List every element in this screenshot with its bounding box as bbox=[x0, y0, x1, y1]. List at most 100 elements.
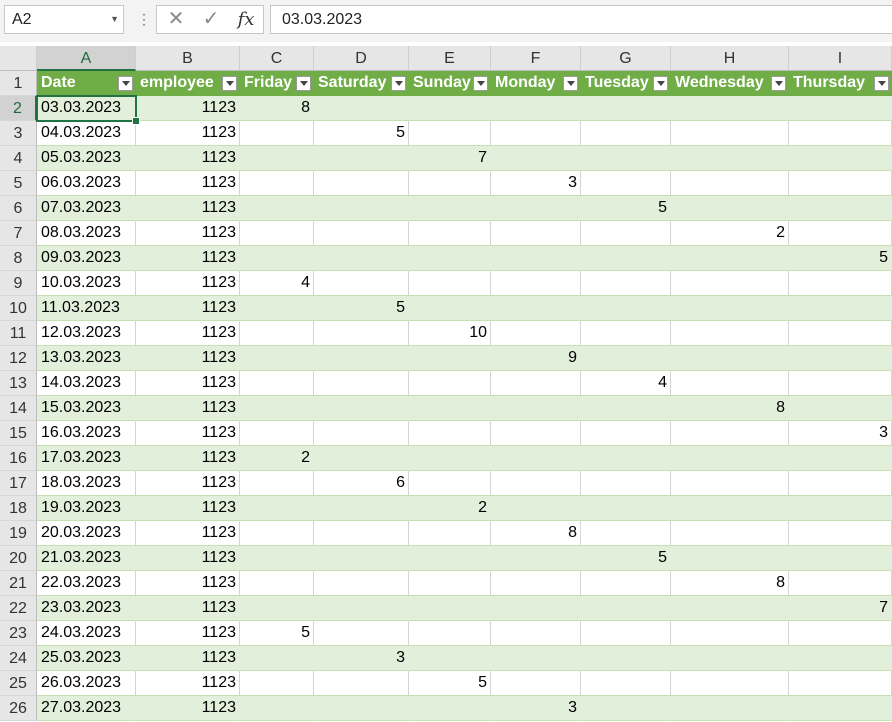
value-cell-tuesday[interactable] bbox=[581, 571, 671, 596]
value-cell-saturday[interactable]: 5 bbox=[314, 296, 409, 321]
employee-cell[interactable]: 1123 bbox=[136, 621, 240, 646]
value-cell-tuesday[interactable] bbox=[581, 646, 671, 671]
value-cell-friday[interactable] bbox=[240, 596, 314, 621]
value-cell-tuesday[interactable] bbox=[581, 621, 671, 646]
value-cell-saturday[interactable]: 3 bbox=[314, 646, 409, 671]
value-cell-friday[interactable] bbox=[240, 521, 314, 546]
date-cell[interactable]: 15.03.2023 bbox=[37, 396, 136, 421]
value-cell-tuesday[interactable] bbox=[581, 246, 671, 271]
row-header-22[interactable]: 22 bbox=[0, 596, 37, 621]
value-cell-monday[interactable] bbox=[491, 421, 581, 446]
value-cell-thursday[interactable] bbox=[789, 221, 892, 246]
column-header-d[interactable]: D bbox=[314, 46, 409, 71]
employee-cell[interactable]: 1123 bbox=[136, 271, 240, 296]
value-cell-thursday[interactable] bbox=[789, 646, 892, 671]
value-cell-thursday[interactable] bbox=[789, 96, 892, 121]
value-cell-tuesday[interactable] bbox=[581, 696, 671, 721]
value-cell-friday[interactable] bbox=[240, 321, 314, 346]
date-cell[interactable]: 25.03.2023 bbox=[37, 646, 136, 671]
value-cell-thursday[interactable] bbox=[789, 571, 892, 596]
value-cell-tuesday[interactable] bbox=[581, 521, 671, 546]
value-cell-sunday[interactable]: 2 bbox=[409, 496, 491, 521]
employee-cell[interactable]: 1123 bbox=[136, 396, 240, 421]
filter-dropdown-icon[interactable] bbox=[118, 76, 133, 91]
value-cell-monday[interactable] bbox=[491, 471, 581, 496]
value-cell-sunday[interactable] bbox=[409, 546, 491, 571]
value-cell-friday[interactable] bbox=[240, 421, 314, 446]
row-header-1[interactable]: 1 bbox=[0, 71, 37, 96]
select-all-corner[interactable] bbox=[0, 46, 37, 71]
filter-dropdown-icon[interactable] bbox=[222, 76, 237, 91]
insert-function-icon[interactable]: fx bbox=[231, 6, 261, 33]
value-cell-monday[interactable] bbox=[491, 621, 581, 646]
value-cell-monday[interactable] bbox=[491, 496, 581, 521]
date-cell[interactable]: 06.03.2023 bbox=[37, 171, 136, 196]
employee-cell[interactable]: 1123 bbox=[136, 571, 240, 596]
value-cell-wednesday[interactable] bbox=[671, 471, 789, 496]
date-cell[interactable]: 27.03.2023 bbox=[37, 696, 136, 721]
date-cell[interactable]: 13.03.2023 bbox=[37, 346, 136, 371]
value-cell-friday[interactable] bbox=[240, 646, 314, 671]
date-cell[interactable]: 05.03.2023 bbox=[37, 146, 136, 171]
filter-dropdown-icon[interactable] bbox=[473, 76, 488, 91]
value-cell-monday[interactable] bbox=[491, 321, 581, 346]
value-cell-monday[interactable]: 3 bbox=[491, 696, 581, 721]
value-cell-wednesday[interactable] bbox=[671, 121, 789, 146]
value-cell-wednesday[interactable] bbox=[671, 546, 789, 571]
value-cell-thursday[interactable]: 3 bbox=[789, 421, 892, 446]
value-cell-tuesday[interactable] bbox=[581, 296, 671, 321]
value-cell-friday[interactable] bbox=[240, 196, 314, 221]
employee-cell[interactable]: 1123 bbox=[136, 596, 240, 621]
value-cell-sunday[interactable] bbox=[409, 196, 491, 221]
value-cell-wednesday[interactable] bbox=[671, 496, 789, 521]
value-cell-thursday[interactable] bbox=[789, 396, 892, 421]
value-cell-friday[interactable] bbox=[240, 471, 314, 496]
row-header-11[interactable]: 11 bbox=[0, 321, 37, 346]
value-cell-sunday[interactable] bbox=[409, 446, 491, 471]
value-cell-tuesday[interactable] bbox=[581, 471, 671, 496]
value-cell-thursday[interactable]: 5 bbox=[789, 246, 892, 271]
date-cell[interactable]: 08.03.2023 bbox=[37, 221, 136, 246]
value-cell-tuesday[interactable]: 5 bbox=[581, 196, 671, 221]
value-cell-wednesday[interactable] bbox=[671, 146, 789, 171]
value-cell-thursday[interactable] bbox=[789, 296, 892, 321]
value-cell-wednesday[interactable] bbox=[671, 421, 789, 446]
value-cell-thursday[interactable] bbox=[789, 471, 892, 496]
value-cell-sunday[interactable] bbox=[409, 296, 491, 321]
value-cell-monday[interactable]: 8 bbox=[491, 521, 581, 546]
value-cell-sunday[interactable]: 10 bbox=[409, 321, 491, 346]
value-cell-sunday[interactable] bbox=[409, 521, 491, 546]
value-cell-sunday[interactable] bbox=[409, 246, 491, 271]
value-cell-friday[interactable] bbox=[240, 221, 314, 246]
value-cell-sunday[interactable] bbox=[409, 421, 491, 446]
value-cell-thursday[interactable] bbox=[789, 446, 892, 471]
value-cell-wednesday[interactable] bbox=[671, 271, 789, 296]
employee-cell[interactable]: 1123 bbox=[136, 121, 240, 146]
employee-cell[interactable]: 1123 bbox=[136, 296, 240, 321]
row-header-15[interactable]: 15 bbox=[0, 421, 37, 446]
employee-cell[interactable]: 1123 bbox=[136, 346, 240, 371]
value-cell-sunday[interactable]: 5 bbox=[409, 671, 491, 696]
value-cell-friday[interactable]: 2 bbox=[240, 446, 314, 471]
value-cell-monday[interactable] bbox=[491, 646, 581, 671]
value-cell-tuesday[interactable] bbox=[581, 346, 671, 371]
employee-cell[interactable]: 1123 bbox=[136, 246, 240, 271]
value-cell-sunday[interactable] bbox=[409, 596, 491, 621]
value-cell-thursday[interactable] bbox=[789, 346, 892, 371]
value-cell-wednesday[interactable]: 8 bbox=[671, 396, 789, 421]
column-header-e[interactable]: E bbox=[409, 46, 491, 71]
value-cell-saturday[interactable] bbox=[314, 246, 409, 271]
value-cell-tuesday[interactable]: 4 bbox=[581, 371, 671, 396]
row-header-14[interactable]: 14 bbox=[0, 396, 37, 421]
value-cell-tuesday[interactable] bbox=[581, 96, 671, 121]
employee-cell[interactable]: 1123 bbox=[136, 321, 240, 346]
name-box-dropdown-icon[interactable]: ▼ bbox=[110, 6, 119, 33]
value-cell-thursday[interactable] bbox=[789, 671, 892, 696]
value-cell-saturday[interactable] bbox=[314, 671, 409, 696]
value-cell-wednesday[interactable] bbox=[671, 446, 789, 471]
value-cell-monday[interactable] bbox=[491, 546, 581, 571]
value-cell-wednesday[interactable] bbox=[671, 196, 789, 221]
row-header-24[interactable]: 24 bbox=[0, 646, 37, 671]
value-cell-saturday[interactable] bbox=[314, 546, 409, 571]
value-cell-sunday[interactable] bbox=[409, 396, 491, 421]
